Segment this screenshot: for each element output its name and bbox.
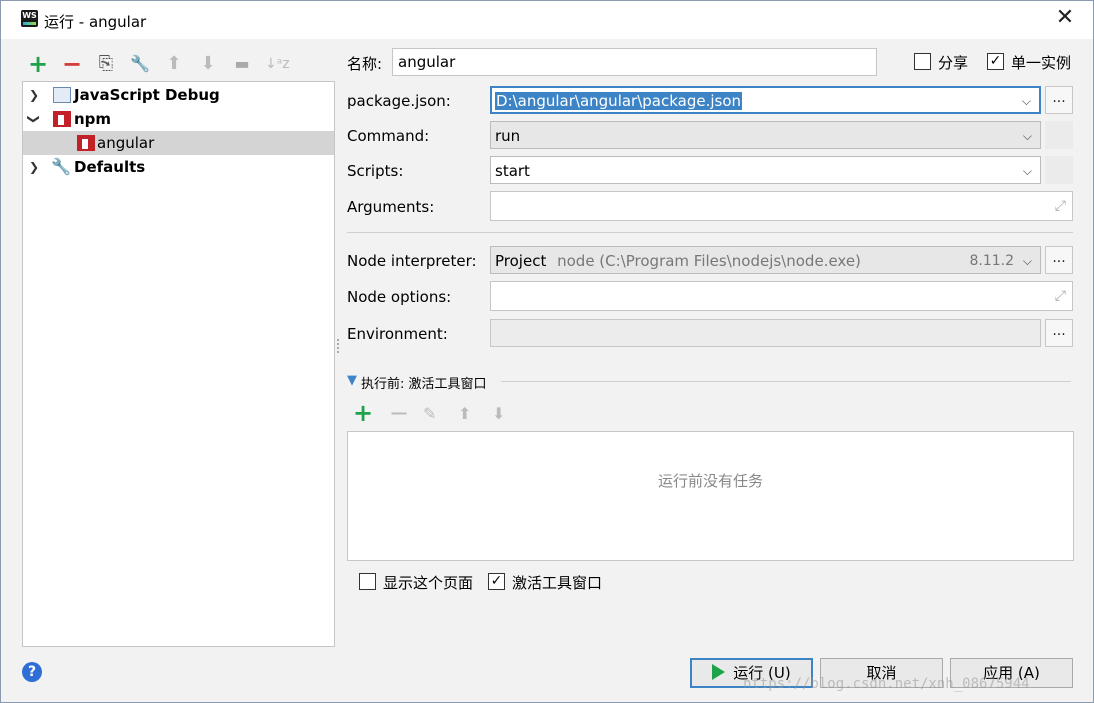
package-json-value: D:\angular\angular\package.json: [495, 92, 743, 110]
node-interpreter-project: Project: [495, 252, 547, 270]
chevron-down-icon[interactable]: ⌵: [1023, 157, 1032, 185]
move-down-icon[interactable]: ⬇: [492, 404, 505, 423]
configuration-tree: ❯ JavaScript Debug ❯ npm angular ❯ 🔧 Def…: [22, 81, 335, 647]
javascript-debug-icon: [53, 87, 71, 103]
window-title: 运行 - angular: [44, 13, 147, 31]
activate-tool-window-checkbox[interactable]: ✓: [488, 573, 505, 590]
scripts-placeholder-button: [1045, 156, 1073, 184]
tree-item-angular[interactable]: angular: [23, 131, 334, 155]
package-json-combo[interactable]: D:\angular\angular\package.json ⌵: [490, 86, 1041, 114]
before-launch-task-list[interactable]: 运行前没有任务: [347, 431, 1074, 561]
tree-item-defaults[interactable]: ❯ 🔧 Defaults: [23, 155, 334, 179]
tree-item-label: npm: [74, 110, 112, 128]
chevron-down-icon[interactable]: ⌵: [1023, 247, 1032, 275]
wrench-icon: 🔧: [51, 157, 71, 176]
webstorm-app-icon: WS: [21, 10, 38, 27]
package-json-label: package.json:: [347, 92, 451, 110]
name-label: 名称:: [347, 55, 383, 73]
node-interpreter-browse-button[interactable]: ...: [1045, 246, 1073, 274]
show-page-label: 显示这个页面: [383, 574, 474, 592]
chevron-right-icon[interactable]: ❯: [27, 83, 41, 107]
title-bar: WS 运行 - angular ✕: [1, 1, 1093, 39]
chevron-right-icon[interactable]: ❯: [27, 155, 41, 179]
npm-icon: [53, 111, 71, 127]
scripts-value: start: [495, 162, 530, 180]
command-combo[interactable]: run ⌵: [490, 121, 1041, 149]
add-icon[interactable]: +: [27, 51, 49, 77]
arguments-label: Arguments:: [347, 198, 435, 216]
expand-icon[interactable]: ⤢: [1055, 288, 1066, 304]
sort-icon[interactable]: ↓ᵃz: [265, 51, 290, 77]
separator: [347, 232, 1073, 233]
tree-item-label: Defaults: [74, 158, 146, 176]
watermark: https://blog.csdn.net/xnh_08675944: [743, 676, 1030, 692]
empty-task-message: 运行前没有任务: [657, 472, 763, 490]
chevron-down-icon[interactable]: ❯: [22, 112, 46, 126]
share-checkbox[interactable]: [914, 53, 931, 70]
single-instance-label: 单一实例: [1011, 54, 1072, 72]
tree-item-javascript-debug[interactable]: ❯ JavaScript Debug: [23, 83, 334, 107]
copy-icon[interactable]: ⎘: [95, 51, 117, 77]
node-interpreter-combo[interactable]: Project node (C:\Program Files\nodejs\no…: [490, 246, 1041, 274]
node-options-input[interactable]: ⤢: [490, 281, 1073, 311]
edit-defaults-icon[interactable]: 🔧: [129, 51, 151, 77]
node-interpreter-path: node (C:\Program Files\nodejs\node.exe): [557, 252, 861, 270]
add-icon[interactable]: +: [353, 399, 373, 427]
node-version: 8.11.2: [969, 253, 1014, 269]
name-input[interactable]: angular: [392, 48, 877, 76]
remove-icon[interactable]: −: [389, 399, 409, 427]
scripts-label: Scripts:: [347, 162, 404, 180]
expand-icon[interactable]: ⤢: [1055, 198, 1066, 214]
node-options-label: Node options:: [347, 288, 452, 306]
tree-item-npm[interactable]: ❯ npm: [23, 107, 334, 131]
pencil-icon[interactable]: ✎: [423, 404, 436, 423]
share-label: 分享: [938, 54, 969, 72]
move-up-icon[interactable]: ⬆: [458, 404, 471, 423]
environment-browse-button[interactable]: ...: [1045, 319, 1073, 347]
tree-item-label: JavaScript Debug: [74, 86, 220, 104]
command-value: run: [495, 127, 521, 145]
separator: [501, 381, 1071, 382]
tree-item-label: angular: [97, 134, 155, 152]
before-launch-title: 执行前: 激活工具窗口: [361, 377, 487, 392]
triangle-down-icon[interactable]: ▼: [347, 373, 357, 388]
play-icon: [712, 664, 726, 680]
command-placeholder-button: [1045, 121, 1073, 149]
show-page-checkbox[interactable]: [359, 573, 376, 590]
command-label: Command:: [347, 127, 430, 145]
run-configurations-dialog: WS 运行 - angular ✕ + − ⎘ 🔧 ⬆ ⬇ ▬ ↓ᵃz ❯ Ja…: [0, 0, 1094, 703]
folder-icon[interactable]: ▬: [231, 51, 253, 77]
environment-label: Environment:: [347, 325, 448, 343]
arguments-input[interactable]: ⤢: [490, 191, 1073, 221]
chevron-down-icon[interactable]: ⌵: [1022, 88, 1031, 114]
environment-input[interactable]: [490, 319, 1041, 347]
package-json-browse-button[interactable]: ...: [1045, 86, 1073, 114]
remove-icon[interactable]: −: [61, 51, 83, 77]
help-icon[interactable]: ?: [22, 662, 42, 682]
single-instance-checkbox[interactable]: ✓: [987, 53, 1004, 70]
scripts-combo[interactable]: start ⌵: [490, 156, 1041, 184]
node-interpreter-label: Node interpreter:: [347, 252, 477, 270]
npm-icon: [77, 135, 95, 151]
chevron-down-icon[interactable]: ⌵: [1023, 122, 1032, 150]
close-icon[interactable]: ✕: [1053, 6, 1077, 30]
move-up-icon[interactable]: ⬆: [163, 51, 185, 77]
move-down-icon[interactable]: ⬇: [197, 51, 219, 77]
panel-splitter[interactable]: [337, 339, 341, 353]
activate-tool-window-label: 激活工具窗口: [512, 574, 603, 592]
